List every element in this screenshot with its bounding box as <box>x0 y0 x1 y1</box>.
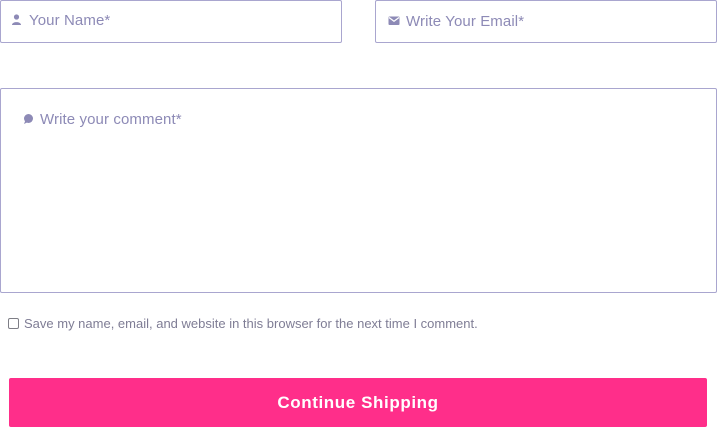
save-consent-row: Save my name, email, and website in this… <box>8 316 478 331</box>
speech-bubble-icon <box>22 113 34 125</box>
save-consent-label: Save my name, email, and website in this… <box>24 316 478 331</box>
envelope-icon <box>388 16 400 26</box>
email-placeholder: Write Your Email* <box>406 13 525 30</box>
name-placeholder: Your Name* <box>29 12 111 29</box>
comment-placeholder: Write your comment* <box>40 111 182 128</box>
comment-field[interactable]: Write your comment* <box>0 88 717 293</box>
email-field[interactable]: Write Your Email* <box>375 0 717 43</box>
continue-shipping-button[interactable]: Continue Shipping <box>9 378 707 427</box>
name-field[interactable]: Your Name* <box>0 0 342 43</box>
save-consent-checkbox[interactable] <box>8 318 19 329</box>
user-icon <box>11 14 22 26</box>
